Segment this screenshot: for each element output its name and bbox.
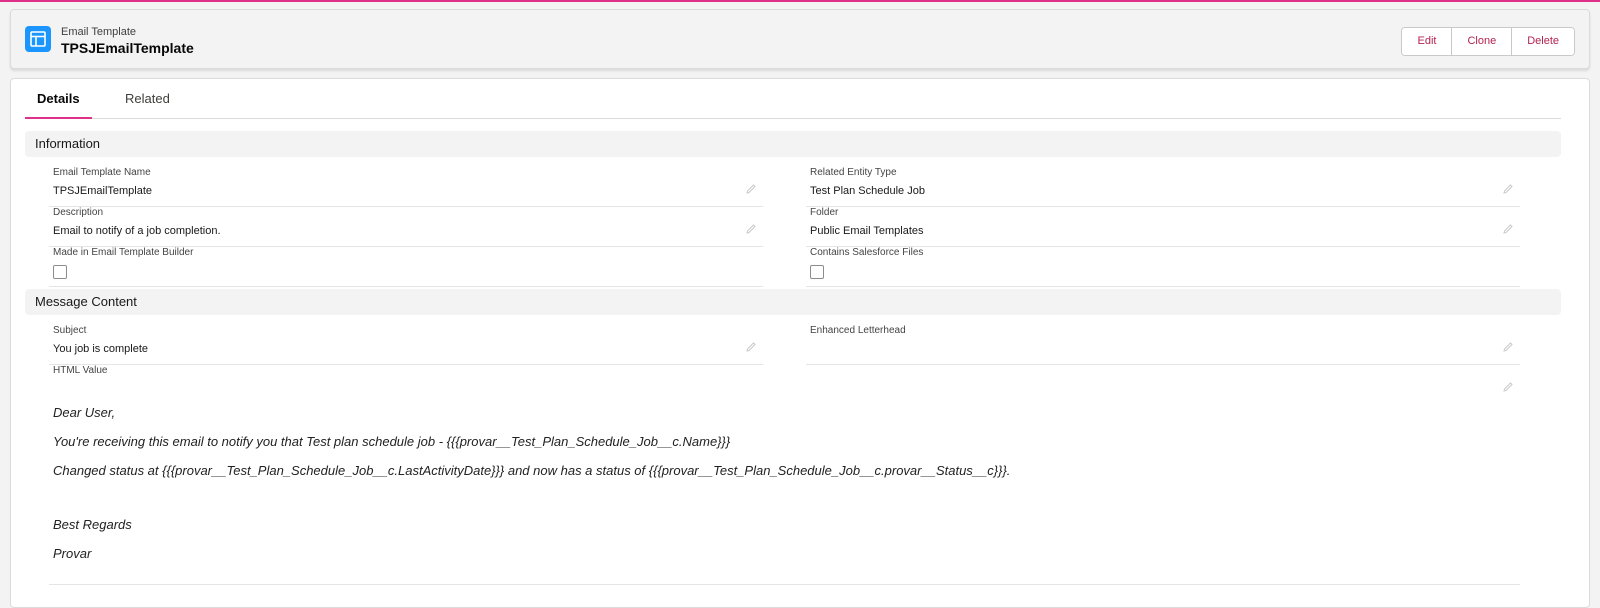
field-value: TPSJEmailTemplate: [53, 185, 153, 197]
tab-bar: Details Related: [25, 79, 1561, 119]
field-label: Folder: [810, 207, 839, 218]
record-detail-card: Details Related Information Email Templa…: [10, 78, 1590, 608]
html-line-signature: Provar: [53, 546, 92, 561]
object-type-label: Email Template: [61, 26, 136, 38]
top-accent-bar: [0, 0, 1600, 2]
field-value: Email to notify of a job completion.: [53, 225, 221, 237]
field-subject: Subject You job is complete: [49, 325, 763, 365]
field-value: You job is complete: [53, 343, 148, 355]
field-label: Related Entity Type: [810, 167, 897, 178]
field-label: Description: [53, 207, 104, 218]
field-label: Subject: [53, 325, 87, 336]
field-email-template-name: Email Template Name TPSJEmailTemplate: [49, 167, 763, 207]
delete-button[interactable]: Delete: [1511, 28, 1574, 55]
field-label: HTML Value: [53, 365, 108, 376]
field-label: Enhanced Letterhead: [810, 325, 906, 336]
edit-button[interactable]: Edit: [1402, 28, 1452, 55]
pencil-edit-icon[interactable]: [745, 223, 757, 235]
pencil-edit-icon[interactable]: [1502, 341, 1514, 353]
field-label: Email Template Name: [53, 167, 151, 178]
record-header: Email Template TPSJEmailTemplate Edit Cl…: [10, 9, 1590, 69]
pencil-edit-icon[interactable]: [745, 183, 757, 195]
pencil-edit-icon[interactable]: [1502, 223, 1514, 235]
field-contains-salesforce-files: Contains Salesforce Files: [806, 247, 1520, 287]
email-template-icon: [25, 26, 51, 52]
field-label: Made in Email Template Builder: [53, 247, 194, 258]
section-header-information[interactable]: Information: [25, 131, 1561, 157]
pencil-edit-icon[interactable]: [745, 341, 757, 353]
record-title: TPSJEmailTemplate: [61, 40, 194, 56]
html-line-regards: Best Regards: [53, 517, 132, 532]
field-description: Description Email to notify of a job com…: [49, 207, 763, 247]
html-line-body-1: You're receiving this email to notify yo…: [53, 434, 731, 449]
html-line-greeting: Dear User,: [53, 405, 116, 420]
pencil-edit-icon[interactable]: [1502, 381, 1514, 393]
field-enhanced-letterhead: Enhanced Letterhead: [806, 325, 1520, 365]
contains-files-checkbox[interactable]: [810, 265, 824, 279]
html-line-body-2: Changed status at {{{provar__Test_Plan_S…: [53, 463, 1011, 478]
tab-details[interactable]: Details: [25, 79, 92, 119]
field-related-entity-type: Related Entity Type Test Plan Schedule J…: [806, 167, 1520, 207]
action-button-group: Edit Clone Delete: [1401, 27, 1575, 56]
field-value: Test Plan Schedule Job: [810, 185, 925, 197]
field-value: Public Email Templates: [810, 225, 924, 237]
tab-related[interactable]: Related: [125, 79, 170, 117]
field-label: Contains Salesforce Files: [810, 247, 924, 258]
clone-button[interactable]: Clone: [1451, 28, 1512, 55]
section-header-message-content[interactable]: Message Content: [25, 289, 1561, 315]
pencil-edit-icon[interactable]: [1502, 183, 1514, 195]
field-made-in-email-template-builder: Made in Email Template Builder: [49, 247, 763, 287]
made-in-builder-checkbox[interactable]: [53, 265, 67, 279]
field-folder: Folder Public Email Templates: [806, 207, 1520, 247]
